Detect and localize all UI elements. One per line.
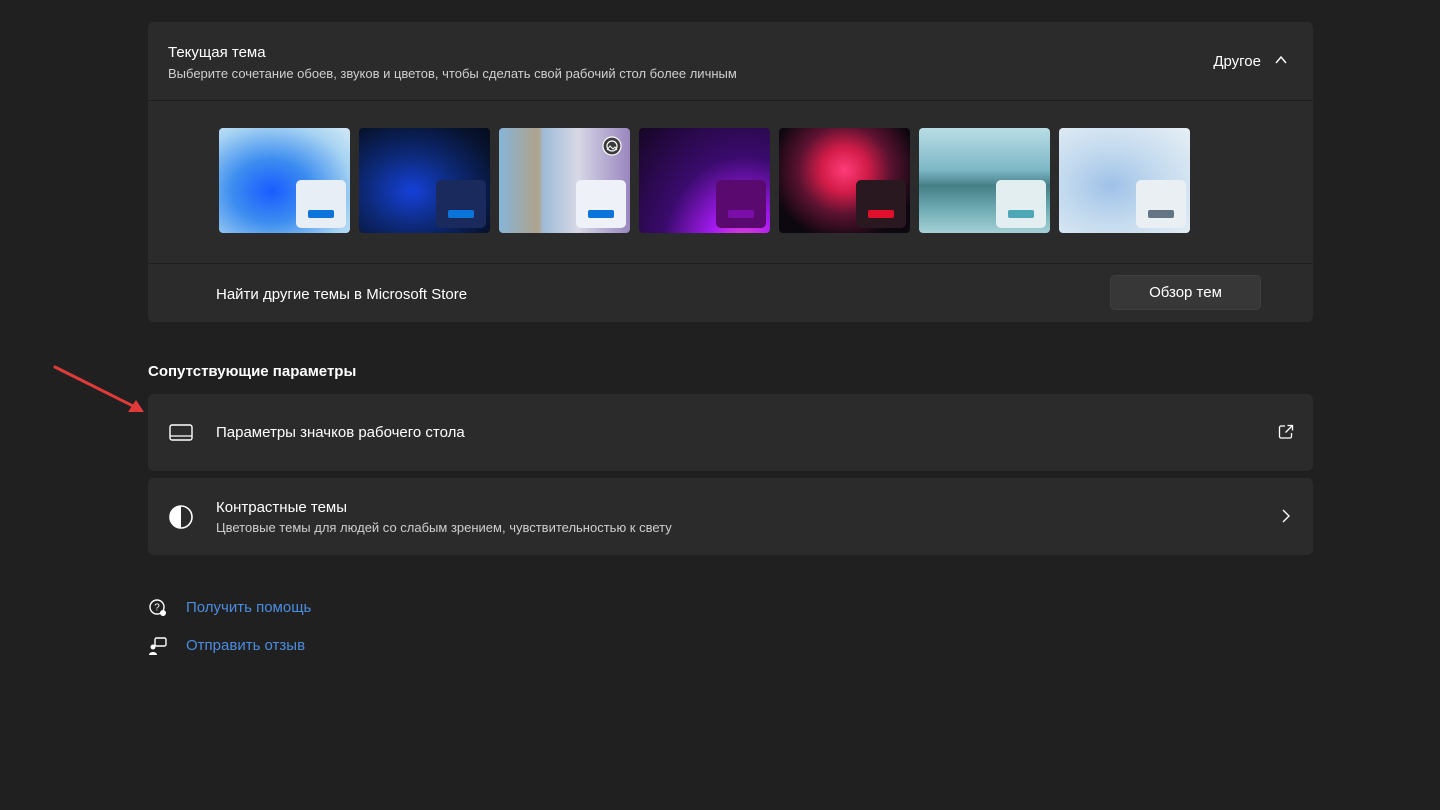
theme-preview-window — [856, 180, 906, 228]
contrast-themes-sublabel: Цветовые темы для людей со слабым зрение… — [216, 520, 672, 535]
theme-preview-window — [436, 180, 486, 228]
desktop-icon-settings-label: Параметры значков рабочего стола — [216, 424, 465, 441]
theme-accent-bar — [448, 210, 474, 218]
desktop-icon-settings-row[interactable]: Параметры значков рабочего стола — [148, 394, 1313, 471]
theme-preview-window — [296, 180, 346, 228]
send-feedback-link[interactable]: Отправить отзыв — [148, 634, 338, 658]
store-themes-label: Найти другие темы в Microsoft Store — [216, 286, 468, 303]
monitor-icon — [169, 424, 193, 441]
annotation-arrow-icon — [53, 365, 144, 412]
theme-thumbnail-windows-dark[interactable] — [359, 128, 490, 233]
divider — [148, 100, 1313, 101]
feedback-icon — [149, 637, 167, 655]
theme-thumbnail-captured-motion[interactable] — [639, 128, 770, 233]
theme-accent-bar — [308, 210, 334, 218]
contrast-themes-row[interactable]: Контрастные темы Цветовые темы для людей… — [148, 478, 1313, 555]
theme-thumbnails — [219, 128, 1199, 233]
current-theme-subtitle: Выберите сочетание обоев, звуков и цвето… — [168, 66, 737, 81]
theme-thumbnail-sunrise[interactable] — [919, 128, 1050, 233]
related-settings-title: Сопутствующие параметры — [148, 363, 357, 380]
svg-text:?: ? — [154, 603, 160, 614]
theme-accent-bar — [728, 210, 754, 218]
chevron-right-icon — [1282, 509, 1290, 523]
current-theme-value: Другое — [1213, 53, 1261, 70]
theme-thumbnail-windows-light[interactable] — [219, 128, 350, 233]
help-chat-icon: ? — [149, 599, 166, 616]
theme-preview-window — [576, 180, 626, 228]
theme-accent-bar — [1008, 210, 1034, 218]
send-feedback-text[interactable]: Отправить отзыв — [186, 637, 305, 654]
contrast-icon — [169, 505, 193, 529]
theme-thumbnail-flow[interactable] — [779, 128, 910, 233]
external-link-icon[interactable] — [1277, 423, 1295, 441]
contrast-themes-label: Контрастные темы — [216, 499, 348, 516]
current-theme-card: Текущая тема Выберите сочетание обоев, з… — [148, 22, 1313, 322]
slideshow-badge-icon — [602, 136, 622, 156]
theme-thumbnail-glow[interactable] — [499, 128, 630, 233]
theme-preview-window — [996, 180, 1046, 228]
browse-themes-button[interactable]: Обзор тем — [1110, 275, 1261, 310]
current-theme-header[interactable]: Текущая тема Выберите сочетание обоев, з… — [148, 22, 1313, 100]
theme-accent-bar — [588, 210, 614, 218]
theme-preview-window — [716, 180, 766, 228]
current-theme-title: Текущая тема — [168, 44, 266, 61]
get-help-text[interactable]: Получить помощь — [186, 599, 311, 616]
theme-preview-window — [1136, 180, 1186, 228]
theme-accent-bar — [1148, 210, 1174, 218]
theme-thumbnail-windows-spotlight[interactable] — [1059, 128, 1190, 233]
chevron-up-icon[interactable] — [1275, 55, 1287, 65]
get-help-link[interactable]: ? Получить помощь — [148, 596, 338, 620]
divider — [148, 263, 1313, 264]
theme-accent-bar — [868, 210, 894, 218]
